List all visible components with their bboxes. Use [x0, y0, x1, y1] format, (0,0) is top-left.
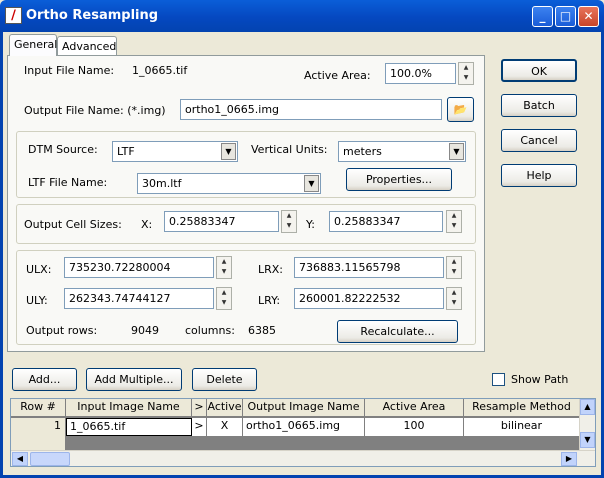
- output-rows-label: Output rows:: [26, 324, 98, 337]
- col-row-number[interactable]: Row #: [11, 399, 66, 416]
- help-button[interactable]: Help: [501, 164, 577, 187]
- scroll-right-icon[interactable]: ▶: [561, 452, 577, 466]
- col-active-area[interactable]: Active Area: [365, 399, 464, 416]
- columns-label: columns:: [185, 324, 235, 337]
- dtm-source-label: DTM Source:: [28, 143, 98, 156]
- lry-spinner[interactable]: ▲ ▼: [446, 287, 462, 310]
- lrx-input[interactable]: 736883.11565798: [294, 257, 444, 278]
- scroll-up-icon[interactable]: ▲: [580, 399, 595, 415]
- scroll-left-icon[interactable]: ◀: [12, 452, 28, 466]
- add-button[interactable]: Add...: [12, 368, 77, 391]
- add-multiple-button[interactable]: Add Multiple...: [86, 368, 182, 391]
- vertical-units-select[interactable]: meters ▼: [338, 141, 466, 162]
- maximize-button[interactable]: □: [555, 6, 576, 27]
- output-rows-value: 9049: [131, 324, 159, 337]
- input-file-label: Input File Name:: [24, 64, 115, 77]
- col-resample-method[interactable]: Resample Method: [464, 399, 579, 416]
- recalculate-button[interactable]: Recalculate...: [337, 320, 458, 343]
- cancel-button[interactable]: Cancel: [501, 129, 577, 152]
- chevron-down-icon[interactable]: ▼: [449, 143, 464, 160]
- show-path-checkbox[interactable]: [492, 373, 505, 386]
- resample-method-cell[interactable]: bilinear: [464, 418, 579, 436]
- lry-input[interactable]: 260001.82222532: [294, 288, 444, 309]
- dtm-source-select[interactable]: LTF ▼: [112, 141, 238, 162]
- scroll-down-icon[interactable]: ▼: [580, 432, 595, 448]
- image-table: Row # Input Image Name > Active Output I…: [10, 398, 596, 467]
- col-input-image[interactable]: Input Image Name: [66, 399, 192, 416]
- x-cell-input[interactable]: 0.25883347: [164, 211, 279, 232]
- title-bar[interactable]: / Ortho Resampling _ □ ✕: [0, 0, 604, 32]
- horizontal-scrollbar[interactable]: ◀ ▶: [11, 450, 595, 466]
- minimize-button[interactable]: _: [532, 6, 553, 27]
- col-arrow[interactable]: >: [192, 399, 207, 416]
- ltf-file-select[interactable]: 30m.ltf ▼: [137, 173, 321, 194]
- chevron-down-icon[interactable]: ▼: [304, 175, 319, 192]
- output-file-label: Output File Name: (*.img): [24, 104, 166, 117]
- cell-sizes-label: Output Cell Sizes:: [24, 218, 122, 231]
- output-file-input[interactable]: ortho1_0665.img: [180, 99, 442, 120]
- ulx-spinner[interactable]: ▲ ▼: [216, 256, 232, 279]
- table-header: Row # Input Image Name > Active Output I…: [11, 399, 579, 417]
- dtm-source-value: LTF: [117, 145, 135, 158]
- vertical-units-label: Vertical Units:: [251, 143, 328, 156]
- active-cell[interactable]: X: [207, 418, 243, 436]
- active-area-label: Active Area:: [304, 69, 371, 82]
- x-cell-spinner[interactable]: ▲ ▼: [281, 210, 297, 233]
- ltf-file-label: LTF File Name:: [28, 176, 108, 189]
- columns-value: 6385: [248, 324, 276, 337]
- row-gutter: [11, 436, 66, 450]
- ltf-file-value: 30m.ltf: [142, 177, 182, 190]
- ulx-label: ULX:: [26, 263, 52, 276]
- vertical-scrollbar[interactable]: ▲ ▼: [579, 399, 595, 450]
- chevron-down-icon[interactable]: ▼: [221, 143, 236, 160]
- active-area-cell[interactable]: 100: [365, 418, 464, 436]
- input-image-cell[interactable]: 1_0665.tif: [66, 418, 192, 436]
- col-output-image[interactable]: Output Image Name: [243, 399, 365, 416]
- tab-general[interactable]: General: [9, 34, 57, 56]
- scroll-thumb[interactable]: [30, 452, 70, 466]
- vertical-units-value: meters: [343, 145, 382, 158]
- batch-button[interactable]: Batch: [501, 94, 577, 117]
- ulx-input[interactable]: 735230.72280004: [64, 257, 214, 278]
- show-path-label: Show Path: [511, 373, 569, 386]
- x-label: X:: [141, 218, 153, 231]
- lrx-spinner[interactable]: ▲ ▼: [446, 256, 462, 279]
- tab-advanced[interactable]: Advanced: [57, 36, 117, 56]
- lry-label: LRY:: [258, 294, 281, 307]
- active-area-input[interactable]: 100.0%: [385, 63, 456, 84]
- app-icon: /: [5, 7, 22, 24]
- properties-button[interactable]: Properties...: [346, 168, 452, 191]
- window-title: Ortho Resampling: [26, 8, 159, 23]
- row-number-cell: 1: [11, 418, 66, 436]
- arrow-cell[interactable]: >: [192, 418, 207, 436]
- uly-label: ULY:: [26, 294, 48, 307]
- output-image-cell[interactable]: ortho1_0665.img: [243, 418, 365, 436]
- uly-spinner[interactable]: ▲ ▼: [216, 287, 232, 310]
- active-area-spinner[interactable]: ▲ ▼: [458, 62, 474, 85]
- ok-button[interactable]: OK: [501, 59, 577, 82]
- table-row[interactable]: 1 1_0665.tif > X ortho1_0665.img 100 bil…: [11, 418, 579, 436]
- close-button[interactable]: ✕: [578, 6, 599, 27]
- col-active[interactable]: Active: [207, 399, 243, 416]
- y-cell-spinner[interactable]: ▲ ▼: [446, 210, 462, 233]
- input-file-value: 1_0665.tif: [132, 64, 188, 77]
- folder-open-icon[interactable]: 📂: [447, 97, 474, 122]
- delete-button[interactable]: Delete: [192, 368, 257, 391]
- y-cell-input[interactable]: 0.25883347: [329, 211, 443, 232]
- uly-input[interactable]: 262343.74744127: [64, 288, 214, 309]
- y-label: Y:: [306, 218, 315, 231]
- lrx-label: LRX:: [258, 263, 284, 276]
